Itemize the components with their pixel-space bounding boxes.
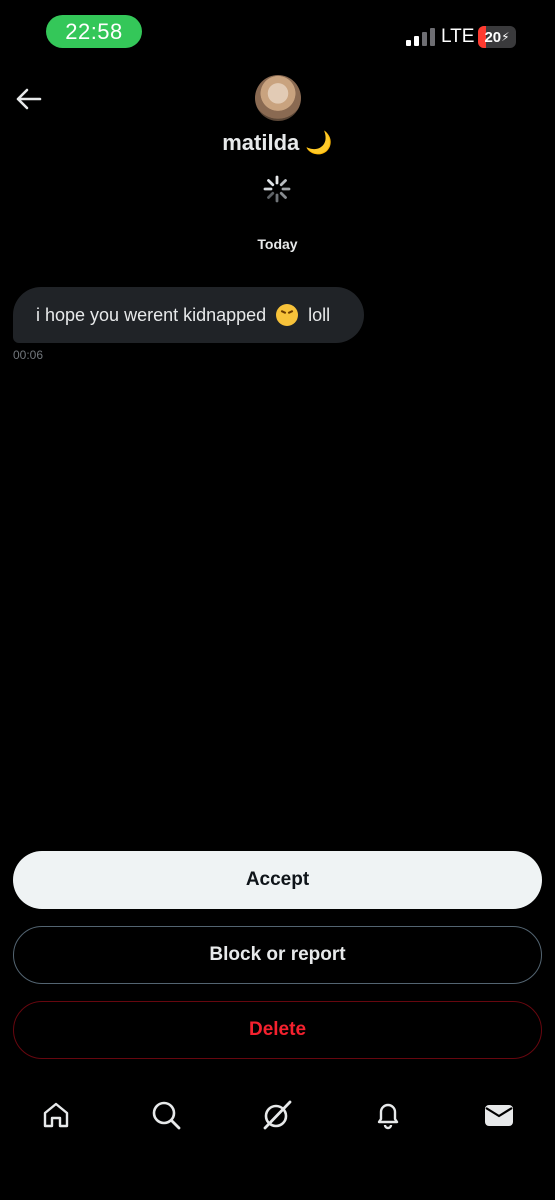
accept-button[interactable]: Accept — [13, 851, 542, 909]
nav-search[interactable] — [149, 1098, 183, 1132]
nav-notifications[interactable] — [371, 1098, 405, 1132]
home-icon — [43, 1102, 69, 1128]
network-type: LTE — [441, 26, 475, 47]
contact-name[interactable]: matilda 🌙 — [0, 130, 555, 156]
message-timestamp: 00:06 — [13, 348, 44, 362]
nav-home[interactable] — [39, 1098, 73, 1132]
back-arrow-icon — [16, 88, 42, 110]
nav-grok[interactable] — [260, 1098, 294, 1132]
message-text: i hope you werent kidnapped — [36, 304, 267, 325]
grok-icon — [263, 1100, 292, 1130]
status-time: 22:58 — [46, 15, 142, 48]
back-button[interactable] — [12, 82, 46, 116]
message-text-suffix: loll — [308, 304, 331, 325]
block-or-report-button[interactable]: Block or report — [13, 926, 542, 984]
notifications-bell-icon — [377, 1103, 399, 1130]
message-bubble[interactable]: i hope you werent kidnapped loll — [13, 287, 364, 343]
delete-button[interactable]: Delete — [13, 1001, 542, 1059]
cell-signal-icon — [406, 28, 435, 46]
loading-spinner-icon — [263, 175, 291, 203]
battery-icon: 20 ⚡ — [478, 26, 516, 48]
nav-messages[interactable] — [482, 1098, 516, 1132]
date-divider: Today — [257, 236, 298, 252]
bottom-nav — [0, 1080, 555, 1152]
search-icon — [152, 1101, 181, 1130]
persevering-face-emoji — [276, 304, 299, 326]
avatar[interactable] — [255, 75, 301, 121]
battery-percent: 20 ⚡ — [484, 28, 510, 46]
messages-envelope-icon — [485, 1105, 513, 1126]
status-bar: 22:58 LTE 20 ⚡ — [0, 0, 555, 64]
